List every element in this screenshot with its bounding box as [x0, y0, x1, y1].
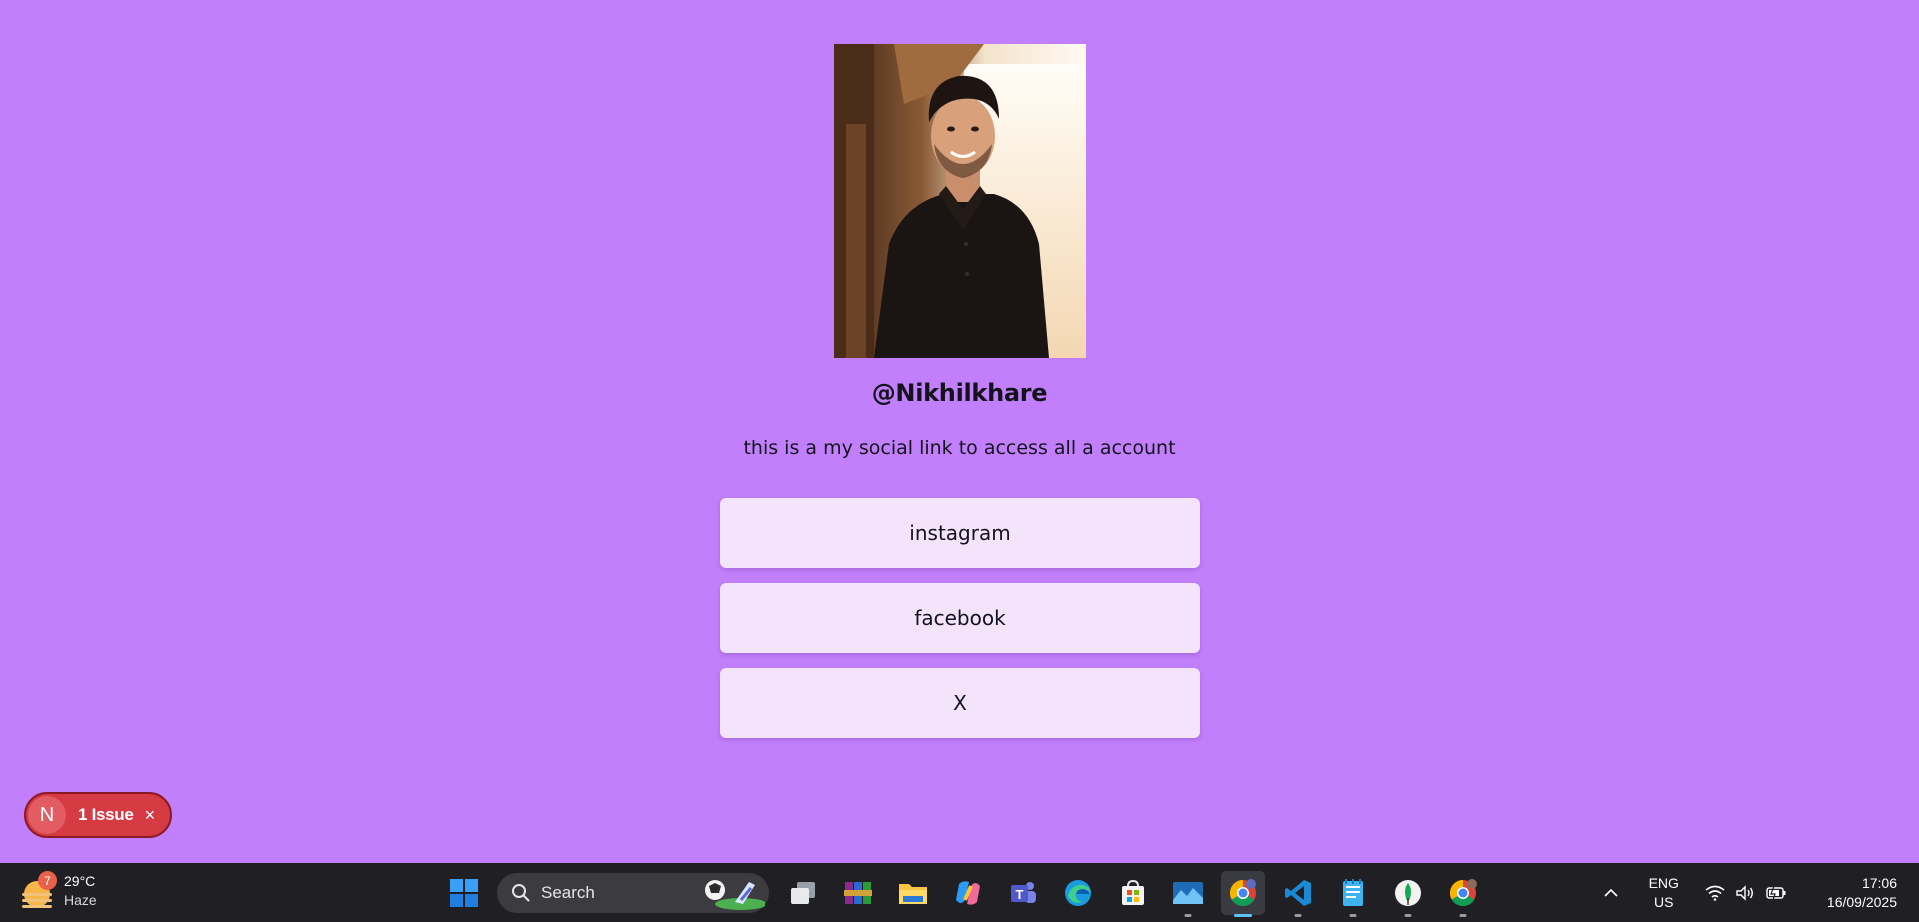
dev-issue-indicator[interactable]: N 1 Issue ×: [24, 792, 172, 838]
taskbar-search[interactable]: Search: [497, 873, 769, 913]
chrome-icon[interactable]: [1221, 871, 1265, 917]
running-indicator: [1184, 914, 1192, 917]
sports-highlight-icon: [705, 880, 765, 910]
file-explorer-icon[interactable]: [891, 871, 935, 915]
edge-icon[interactable]: [1056, 871, 1100, 915]
clock[interactable]: 17:06 16/09/2025: [1827, 874, 1897, 912]
keyboard-region: US: [1654, 893, 1674, 910]
x-link-button[interactable]: X: [720, 668, 1200, 738]
haze-weather-icon: 7: [22, 871, 57, 908]
running-indicator: [1349, 914, 1357, 917]
svg-text:T: T: [1016, 887, 1024, 902]
teams-icon[interactable]: T: [1001, 871, 1045, 915]
task-view-icon[interactable]: [781, 871, 825, 915]
instagram-link-button[interactable]: instagram: [720, 498, 1200, 568]
page-background: @Nikhilkhare this is a my social link to…: [0, 0, 1919, 863]
language-code: ENG: [1648, 874, 1679, 891]
battery-charging-icon: [1765, 885, 1787, 901]
nextjs-logo-icon: N: [28, 796, 66, 834]
volume-icon: [1735, 884, 1755, 901]
chrome-profile-icon[interactable]: [1441, 871, 1485, 917]
profile-photo: [834, 44, 1086, 358]
facebook-link-button[interactable]: facebook: [720, 583, 1200, 653]
search-icon: [512, 884, 530, 902]
weather-condition: Haze: [64, 892, 97, 908]
start-icon[interactable]: [442, 871, 486, 915]
active-window-indicator: [1234, 914, 1252, 917]
vscode-icon[interactable]: [1276, 871, 1320, 917]
clock-time: 17:06: [1861, 874, 1897, 891]
wifi-icon: [1705, 885, 1725, 901]
taskbar: 7 29°C Haze Search T ENG US 17:06 16/09/…: [0, 863, 1919, 922]
clock-date: 16/09/2025: [1826, 893, 1897, 910]
mountain-app-icon[interactable]: [1166, 871, 1210, 917]
quick-settings[interactable]: [1705, 884, 1797, 901]
profile-handle: @Nikhilkhare: [871, 379, 1048, 407]
running-indicator: [1459, 914, 1467, 917]
profile-bio: this is a my social link to access all a…: [743, 437, 1176, 459]
weather-notification-badge: 7: [38, 871, 57, 890]
taskbar-apps: Search T: [442, 871, 1496, 917]
running-indicator: [1294, 914, 1302, 917]
weather-temperature: 29°C: [64, 873, 96, 889]
mongodb-compass-icon[interactable]: [1386, 871, 1430, 917]
language-indicator[interactable]: ENG US: [1649, 874, 1679, 912]
winrar-icon[interactable]: [836, 871, 880, 915]
copilot-icon[interactable]: [946, 871, 990, 915]
issue-count-label[interactable]: 1 Issue: [78, 805, 134, 825]
search-label: Search: [541, 883, 595, 902]
close-icon[interactable]: ×: [145, 806, 156, 824]
microsoft-store-icon[interactable]: [1111, 871, 1155, 915]
running-indicator: [1404, 914, 1412, 917]
notepad-icon[interactable]: [1331, 871, 1375, 917]
chevron-up-icon[interactable]: [1603, 883, 1619, 902]
weather-widget[interactable]: 7 29°C Haze: [22, 871, 97, 910]
system-tray: ENG US 17:06 16/09/2025: [1603, 863, 1919, 922]
